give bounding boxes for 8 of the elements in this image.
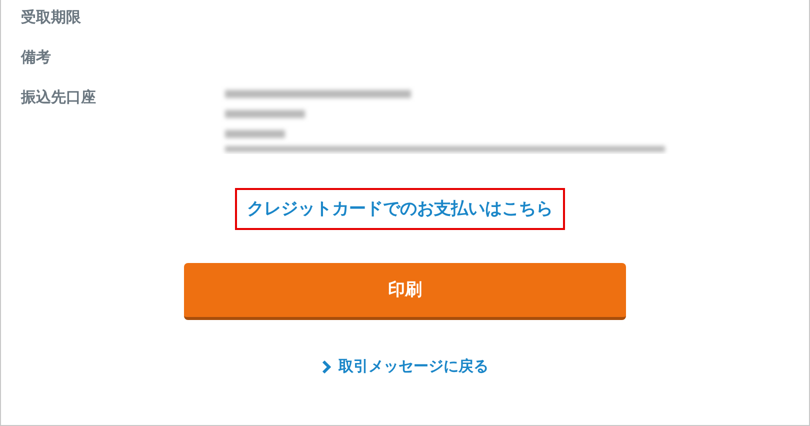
field-label: 備考 [21, 48, 52, 68]
field-label: 受取期限 [21, 8, 82, 28]
field-label: 振込先口座 [21, 88, 97, 108]
back-to-messages-link[interactable]: 取引メッセージに戻る [322, 356, 488, 378]
print-button[interactable]: 印刷 [184, 262, 626, 320]
credit-card-payment-link[interactable]: クレジットカードでのお支払いはこちら [235, 188, 565, 230]
back-link-text: 取引メッセージに戻る [338, 356, 488, 376]
chevron-right-icon [322, 360, 330, 374]
